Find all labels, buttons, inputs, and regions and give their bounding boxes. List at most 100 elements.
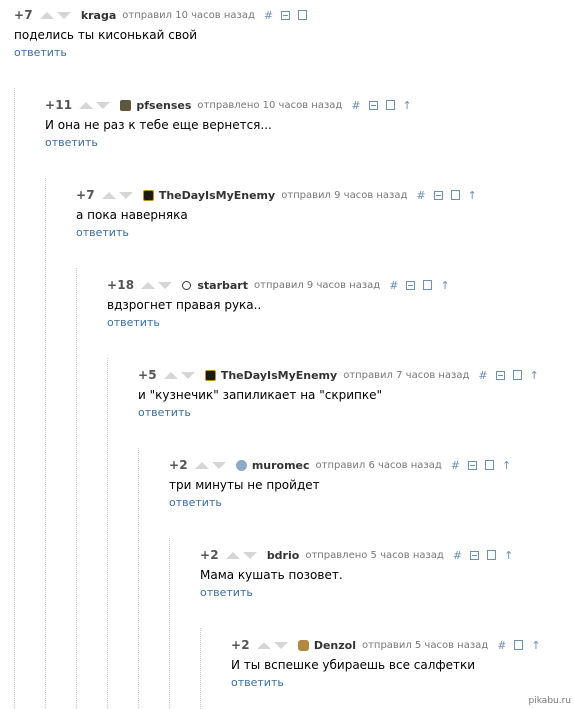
reply-link[interactable]: ответить — [138, 406, 547, 420]
collapse-icon[interactable] — [281, 10, 291, 20]
author-link[interactable]: TheDayIsMyEnemy — [159, 189, 275, 202]
link-icon[interactable]: # — [264, 10, 273, 21]
save-icon[interactable] — [450, 190, 460, 200]
vote-down-icon[interactable] — [242, 551, 257, 559]
collapse-icon[interactable] — [406, 280, 416, 290]
reply-link[interactable]: ответить — [14, 46, 315, 60]
save-icon[interactable] — [423, 280, 433, 290]
vote-up-icon[interactable] — [256, 641, 271, 649]
vote-controls — [163, 371, 198, 379]
collapse-icon[interactable] — [467, 460, 477, 470]
vote-down-icon[interactable] — [56, 11, 71, 19]
vote-down-icon[interactable] — [96, 101, 111, 109]
author-link[interactable]: starbart — [197, 279, 248, 292]
vote-down-icon[interactable] — [273, 641, 288, 649]
rating: +2 — [231, 638, 250, 652]
thread-line — [45, 178, 46, 709]
timestamp: отправил 5 часов назад — [361, 639, 489, 651]
rating: +18 — [107, 278, 135, 292]
timestamp: отправил 9 часов назад — [281, 189, 408, 201]
vote-up-icon[interactable] — [79, 101, 94, 109]
parent-arrow-icon[interactable]: ↑ — [502, 460, 511, 471]
thread-line — [200, 628, 201, 709]
vote-down-icon[interactable] — [211, 461, 226, 469]
author-link[interactable]: pfsenses — [136, 99, 191, 112]
comment-text: Мама кушать позовет. — [200, 568, 343, 582]
comment-text: И ты вспешке убираешь все салфетки — [231, 658, 476, 672]
author-link[interactable]: muromec — [252, 459, 310, 472]
author-link[interactable]: bdrio — [267, 549, 300, 562]
vote-up-icon[interactable] — [39, 11, 54, 19]
avatar — [235, 459, 247, 471]
parent-arrow-icon[interactable]: ↑ — [530, 370, 539, 381]
link-icon[interactable]: # — [416, 190, 425, 201]
vote-down-icon[interactable] — [158, 281, 173, 289]
save-icon[interactable] — [385, 100, 395, 110]
rating: +2 — [169, 458, 188, 472]
collapse-icon[interactable] — [433, 190, 443, 200]
comment-header: +7 TheDayIsMyEnemy отправил 9 часов наза… — [76, 186, 485, 204]
comment: +2 bdrio отправлено 5 часов назад # ↑ Мам… — [200, 546, 521, 600]
link-icon[interactable]: # — [478, 370, 487, 381]
parent-arrow-icon[interactable]: ↑ — [440, 280, 449, 291]
comment-header: +2 muromec отправил 6 часов назад # ↑ — [169, 456, 519, 474]
reply-link[interactable]: ответить — [45, 136, 420, 150]
comment: +2 Denzol отправил 5 часов назад # ↑ И ты… — [231, 636, 549, 690]
comment-text: вдзрогнет правая рука.. — [107, 298, 262, 312]
collapse-icon[interactable] — [495, 370, 505, 380]
rating: +11 — [45, 98, 73, 112]
vote-controls — [141, 281, 175, 289]
reply-link[interactable]: ответить — [107, 316, 458, 330]
timestamp: отправлено 5 часов назад — [305, 549, 444, 561]
vote-controls — [79, 101, 113, 109]
save-icon[interactable] — [512, 370, 522, 380]
link-icon[interactable]: # — [497, 640, 506, 651]
link-icon[interactable]: # — [453, 550, 462, 561]
vote-up-icon[interactable] — [141, 281, 156, 289]
avatar — [204, 369, 216, 381]
author-link[interactable]: TheDayIsMyEnemy — [221, 369, 337, 382]
comment-header: +11 pfsenses отправлено 10 часов назад #… — [45, 96, 420, 114]
save-icon[interactable] — [484, 460, 494, 470]
author-link[interactable]: kraga — [81, 9, 116, 22]
parent-arrow-icon[interactable]: ↑ — [403, 100, 412, 111]
rating: +5 — [138, 368, 157, 382]
author-link[interactable]: Denzol — [314, 639, 356, 652]
vote-up-icon[interactable] — [101, 191, 116, 199]
vote-up-icon[interactable] — [194, 461, 209, 469]
comment: +5 TheDayIsMyEnemy отправил 7 часов наза… — [138, 366, 547, 420]
vote-down-icon[interactable] — [118, 191, 133, 199]
comment-text: И она не раз к тебе еще вернется... — [45, 118, 272, 132]
avatar — [182, 280, 192, 290]
link-icon[interactable]: # — [451, 460, 460, 471]
link-icon[interactable]: # — [351, 100, 360, 111]
comment-text: и "кузнечик" запиликает на "скрипке" — [138, 388, 382, 402]
timestamp: отправил 6 часов назад — [315, 459, 442, 471]
vote-up-icon[interactable] — [225, 551, 240, 559]
save-icon[interactable] — [514, 640, 524, 650]
parent-arrow-icon[interactable]: ↑ — [504, 550, 513, 561]
vote-up-icon[interactable] — [163, 371, 178, 379]
comment-header: +7 kraga отправил 10 часов назад # — [14, 6, 315, 24]
timestamp: отправил 10 часов назад — [122, 9, 255, 21]
reply-link[interactable]: ответить — [76, 226, 485, 240]
collapse-icon[interactable] — [368, 100, 378, 110]
link-icon[interactable]: # — [389, 280, 398, 291]
save-icon[interactable] — [298, 10, 308, 20]
thread-line — [169, 538, 170, 709]
vote-down-icon[interactable] — [180, 371, 195, 379]
parent-arrow-icon[interactable]: ↑ — [468, 190, 477, 201]
reply-link[interactable]: ответить — [169, 496, 519, 510]
parent-arrow-icon[interactable]: ↑ — [531, 640, 540, 651]
comment-text: поделись ты кисонькай свой — [14, 28, 198, 42]
save-icon[interactable] — [487, 550, 497, 560]
vote-controls — [39, 11, 74, 19]
vote-controls — [194, 461, 229, 469]
comment-header: +2 Denzol отправил 5 часов назад # ↑ — [231, 636, 549, 654]
comment: +7 TheDayIsMyEnemy отправил 9 часов наза… — [76, 186, 485, 240]
reply-link[interactable]: ответить — [200, 586, 521, 600]
rating: +7 — [76, 188, 95, 202]
collapse-icon[interactable] — [470, 550, 480, 560]
reply-link[interactable]: ответить — [231, 676, 549, 690]
comment-text: три минуты не пройдет — [169, 478, 320, 492]
